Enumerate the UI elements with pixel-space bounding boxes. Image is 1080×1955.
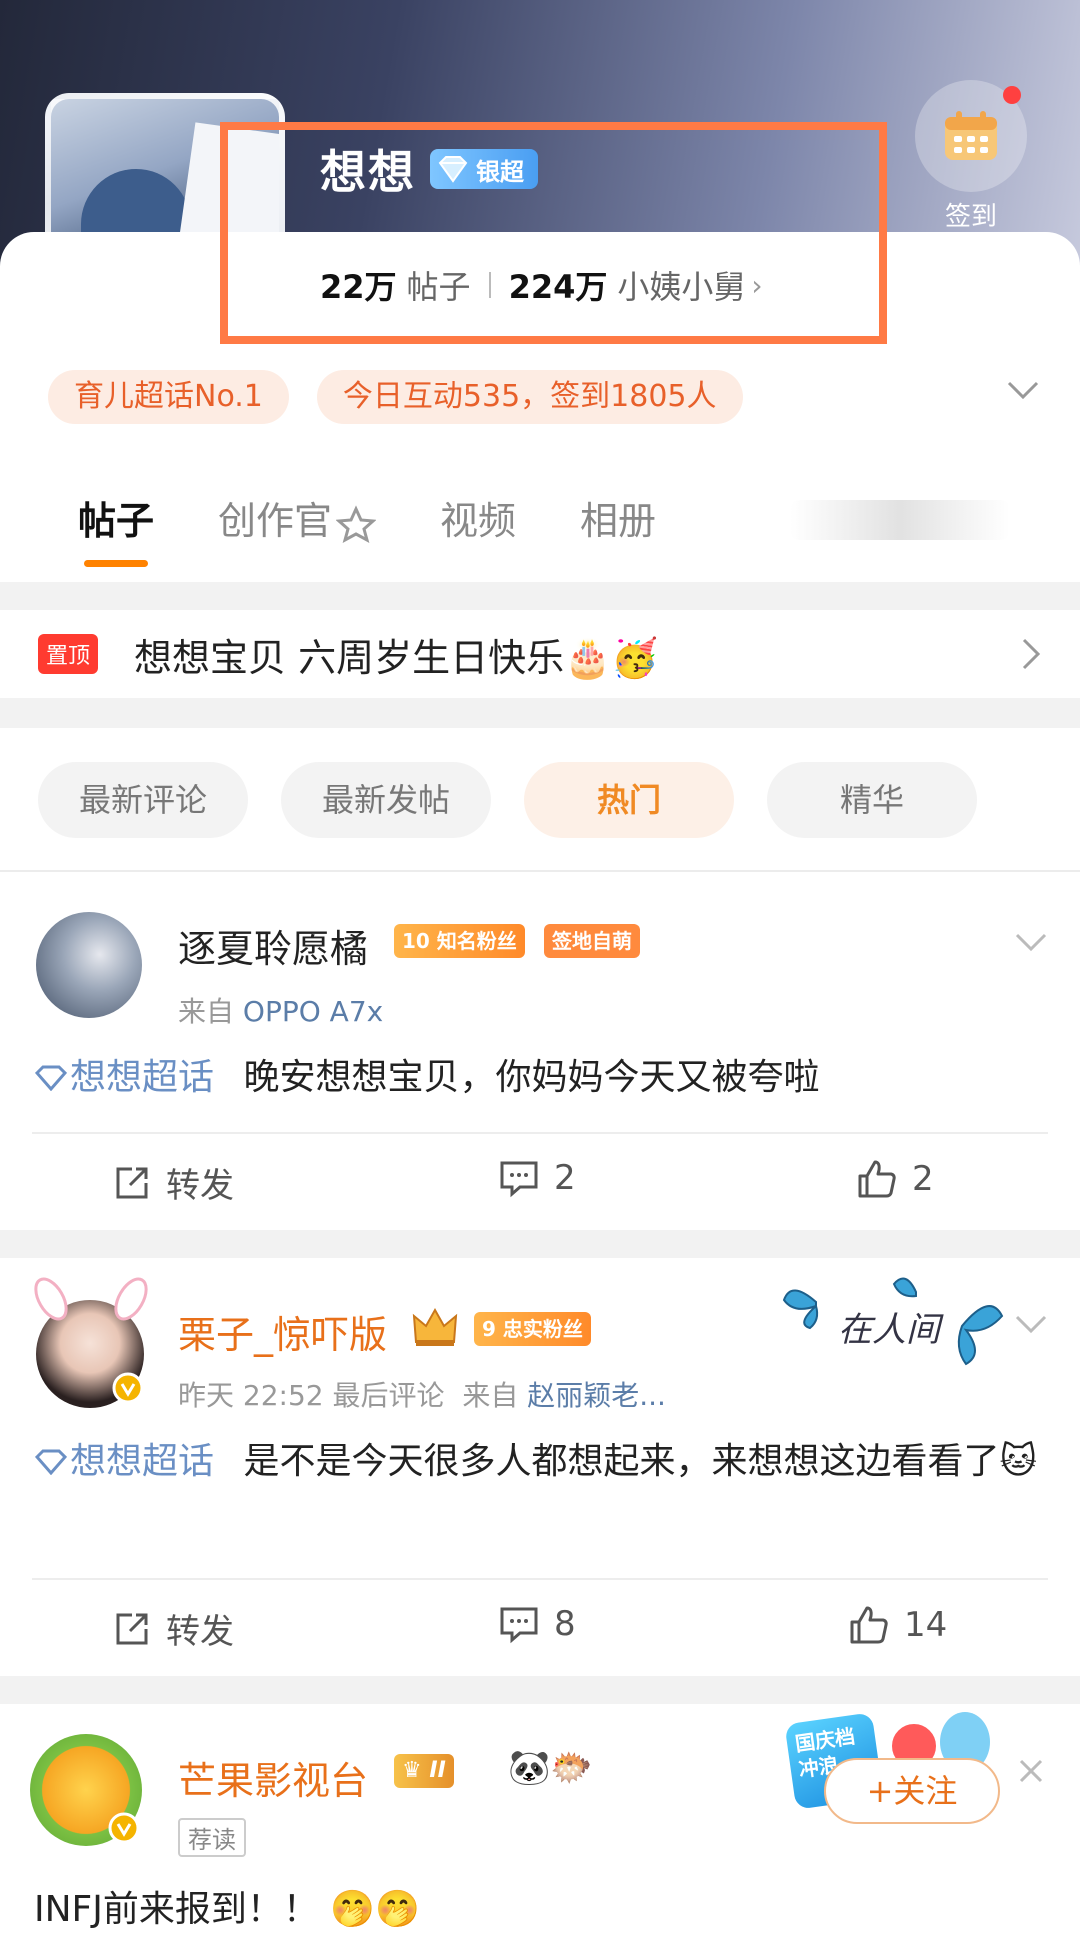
section-gap [0,1676,1080,1704]
tab-album[interactable]: 相册 [580,490,656,545]
tag-ranking[interactable]: 育儿超话No.1 [48,370,289,424]
vip-level: II [429,1758,446,1783]
sort-latest-comment[interactable]: 最新评论 [38,762,248,838]
divider [32,1132,1048,1134]
notification-dot [1003,86,1021,104]
tab-creator[interactable]: 创作官 [218,490,377,545]
decoration-text: 在人间 [838,1310,940,1350]
post-meta: 昨天 22:52 最后评论 来自 赵丽颖老... [178,1374,666,1414]
repost-icon [116,1613,148,1644]
tab-creator-label: 创作官 [218,499,333,543]
comment-icon [500,1607,538,1644]
fan-level-badge: 9 忠实粉丝 [474,1312,591,1346]
pinned-badge: 置顶 [38,634,99,674]
thumbs-up-icon [850,1606,888,1644]
thumbs-up-icon [858,1160,896,1198]
fan-level: 10 [402,929,430,953]
like-button[interactable]: 14 [848,1604,947,1646]
recommend-tag: 荐读 [178,1818,246,1857]
post-text: 晚安想想宝贝，你妈妈今天又被夸啦 [243,1057,820,1098]
repost-icon [116,1167,148,1198]
tabs-overflow-fade [790,500,1010,540]
like-count: 14 [904,1605,948,1645]
fan-badge-label: 忠实粉丝 [502,1317,583,1341]
topic-label: 想想超话 [70,1441,215,1482]
sort-options: 最新评论 最新发帖 热门 精华 [38,762,1010,838]
diamond-icon [34,1449,68,1475]
bunny-ears-icon [34,1277,148,1321]
comment-button[interactable]: 2 [498,1158,576,1198]
repost-label: 转发 [166,1166,234,1206]
meta-prefix: 来自 [462,1379,519,1412]
post-content[interactable]: 想想超话 晚安想想宝贝，你妈妈今天又被夸啦 [34,1048,1044,1108]
section-gap [0,582,1080,610]
sort-latest-post[interactable]: 最新发帖 [281,762,491,838]
tab-posts[interactable]: 帖子 [78,490,154,567]
highlight-annotation-box [220,122,887,344]
post-text[interactable]: INFJ前来报到！！ 🤭🤭 [34,1880,1044,1940]
chevron-down-icon[interactable] [1005,378,1041,402]
sort-hot[interactable]: 热门 [524,762,734,838]
comment-button[interactable]: 8 [498,1604,576,1644]
fan-badge-label: 知名粉丝 [436,929,517,953]
crown-icon [412,1307,458,1346]
comment-icon [500,1161,538,1198]
post-username[interactable]: 芒果影视台 [178,1750,368,1805]
chevron-down-icon[interactable] [1013,930,1049,954]
post-content[interactable]: 想想超话 是不是今天很多人都想起来，来想想这边看看了🐱 [34,1432,1044,1492]
like-button[interactable]: 2 [856,1158,934,1200]
divider [32,1578,1048,1580]
tab-video[interactable]: 视频 [440,490,516,545]
meta-time: 昨天 22:52 最后评论 [178,1379,445,1412]
chevron-right-icon [1022,638,1041,670]
comment-count: 8 [554,1604,576,1644]
calendar-icon [945,111,997,160]
meta-source[interactable]: 赵丽颖老... [527,1379,666,1412]
sparkle-icon [336,504,377,543]
avatar[interactable] [36,912,142,1018]
divider [0,870,1080,872]
topic-link[interactable]: 想想超话 [34,1441,214,1482]
post-username[interactable]: 逐夏聆愿橘 [178,918,368,973]
topic-label: 想想超话 [70,1057,215,1098]
repost-button[interactable]: 转发 [112,1158,234,1207]
pinned-text: 想想宝贝 六周岁生日快乐🎂🥳 [134,635,659,680]
vip-level-badge: ♛ II [394,1754,454,1788]
section-gap [0,698,1080,728]
topic-link[interactable]: 想想超话 [34,1057,214,1098]
close-icon[interactable] [1016,1756,1046,1786]
verified-icon [112,1372,144,1404]
follow-button[interactable]: +关注 [824,1758,1000,1824]
chevron-down-icon[interactable] [1013,1312,1049,1336]
tag-activity[interactable]: 今日互动535，签到1805人 [316,370,743,424]
diamond-icon [34,1065,68,1091]
meta-source[interactable]: OPPO A7x [243,995,383,1028]
sort-featured[interactable]: 精华 [767,762,977,838]
repost-button[interactable]: 转发 [112,1604,234,1653]
post-username[interactable]: 栗子_惊吓版 [178,1304,387,1359]
emoji-icons: 🐼🐡 [508,1748,593,1788]
like-count: 2 [912,1159,934,1199]
meta-prefix: 来自 [178,995,235,1028]
checkin-button[interactable]: 签到 [915,80,1027,233]
checkin-label: 签到 [944,202,997,232]
verified-icon [108,1812,140,1844]
comment-count: 2 [554,1158,576,1198]
pinned-post[interactable]: 置顶 想想宝贝 六周岁生日快乐🎂🥳 [0,610,1080,698]
fan-title-badge: 签地自萌 [544,924,640,958]
fan-level-badge: 10 知名粉丝 [394,924,525,958]
content-tabs: 帖子 创作官 视频 相册 [78,490,720,567]
post-meta: 来自 OPPO A7x [178,990,383,1030]
butterfly-decoration: 在人间 [776,1262,1016,1372]
repost-label: 转发 [166,1612,234,1652]
community-tags: 育儿超话No.1 今日互动535，签到1805人 [48,370,771,424]
section-gap [0,1230,1080,1258]
fan-level: 9 [482,1317,496,1341]
post-text: 是不是今天很多人都想起来，来想想这边看看了🐱 [243,1441,1037,1482]
